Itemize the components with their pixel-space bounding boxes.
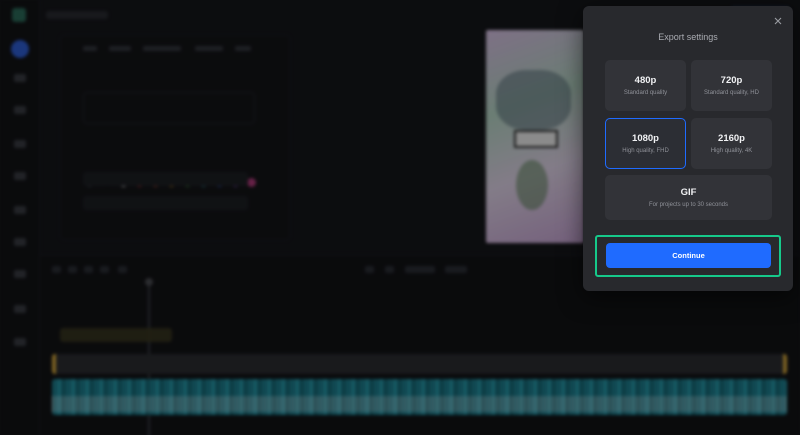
option-gif[interactable]: GIF For projects up to 30 seconds xyxy=(605,175,772,220)
option-description: Standard quality, HD xyxy=(704,90,759,96)
option-description: High quality, 4K xyxy=(710,148,753,154)
close-button[interactable] xyxy=(771,14,785,28)
option-label: 1080p xyxy=(632,133,659,144)
video-editor-app: Export settings 480p Standard quality 72… xyxy=(0,0,800,435)
continue-button[interactable]: Continue xyxy=(606,243,771,268)
option-1080p[interactable]: 1080p High quality, FHD xyxy=(605,118,686,169)
modal-title: Export settings xyxy=(658,32,718,42)
close-icon xyxy=(774,17,782,25)
option-label: 720p xyxy=(720,75,743,86)
option-label: 480p xyxy=(634,75,657,86)
option-description: High quality, FHD xyxy=(622,148,669,154)
option-description: For projects up to 30 seconds xyxy=(648,202,729,208)
option-480p[interactable]: 480p Standard quality xyxy=(605,60,686,111)
option-label: 2160p xyxy=(718,133,745,144)
option-label: GIF xyxy=(680,187,697,198)
option-description: Standard quality xyxy=(623,90,668,96)
option-720p[interactable]: 720p Standard quality, HD xyxy=(691,60,772,111)
option-2160p[interactable]: 2160p High quality, 4K xyxy=(691,118,772,169)
